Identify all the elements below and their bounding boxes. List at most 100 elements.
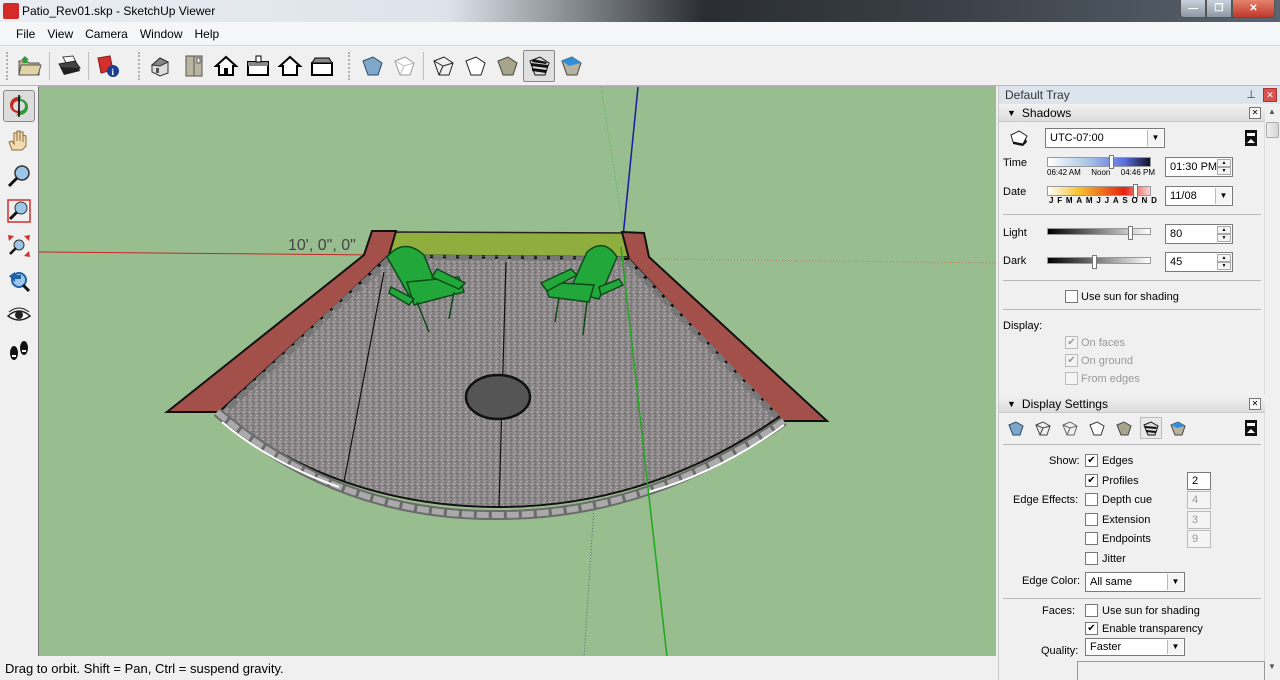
on-ground-checkbox[interactable]: ✔ [1065,354,1078,367]
use-sun-checkbox[interactable] [1065,290,1078,303]
spin-up-icon[interactable]: ▲ [1217,159,1231,167]
divider [1003,280,1261,281]
previous-view-button[interactable] [3,265,35,297]
zoom-button[interactable] [3,160,35,192]
dark-spinner[interactable]: 45 ▲ ▼ [1165,252,1233,272]
edge-option-checkbox[interactable] [1085,552,1098,565]
timezone-dropdown[interactable]: UTC-07:00 ▼ [1045,128,1165,148]
tray-close-button[interactable]: ✕ [1263,88,1277,102]
dark-slider-thumb[interactable] [1092,255,1097,269]
edge-option-checkbox[interactable]: ✔ [1085,454,1098,467]
open-button[interactable] [14,50,46,82]
tray-scrollbar[interactable]: ▲ ▼ [1264,104,1280,674]
from-edges-checkbox[interactable] [1065,372,1078,385]
menu-window[interactable]: Window [134,27,189,41]
time-label: Time [1003,157,1028,169]
edge-option-label: Edges [1102,455,1134,467]
date-slider[interactable] [1047,184,1151,198]
light-spinner[interactable]: 80 ▲ ▼ [1165,224,1233,244]
wireframe-button[interactable] [427,50,459,82]
shaded-textures-icon [529,56,550,76]
divider [1003,214,1261,215]
menu-help[interactable]: Help [189,27,226,41]
iso-view-button[interactable] [146,50,178,82]
edge-option-checkbox[interactable]: ✔ [1085,474,1098,487]
menu-file[interactable]: File [10,27,41,41]
monochrome-button[interactable] [555,50,587,82]
time-spinner[interactable]: 01:30 PM ▲ ▼ [1165,157,1233,177]
display-settings-close-button[interactable]: ✕ [1249,398,1261,410]
shaded-textures-button[interactable] [523,50,555,82]
style-shaded-button[interactable] [1113,417,1135,439]
light-slider[interactable] [1047,226,1151,240]
pan-button[interactable] [3,125,35,157]
menu-camera[interactable]: Camera [79,27,134,41]
zoom-window-button[interactable] [3,195,35,227]
front-view-button[interactable] [210,50,242,82]
look-around-button[interactable] [3,300,35,332]
xray-button[interactable] [356,50,388,82]
edge-option-value[interactable]: 9 [1187,530,1211,548]
light-slider-thumb[interactable] [1128,226,1133,240]
shadow-toggle-icon[interactable] [1009,129,1029,147]
time-slider-thumb[interactable] [1109,155,1114,169]
style-shaded-textures-button[interactable] [1140,417,1162,439]
top-view-button[interactable] [178,50,210,82]
time-slider[interactable] [1047,155,1151,169]
menu-view[interactable]: View [41,27,79,41]
style-xray-button[interactable] [1005,417,1027,439]
edge-option-checkbox[interactable] [1085,513,1098,526]
edge-color-dropdown[interactable]: All same ▼ [1085,572,1185,592]
spin-down-icon[interactable]: ▼ [1217,262,1231,270]
spin-up-icon[interactable]: ▲ [1217,226,1231,234]
left-view-button[interactable] [306,50,338,82]
style-back-edges-button[interactable] [1032,417,1054,439]
edge-option-value[interactable]: 4 [1187,491,1211,509]
walk-button[interactable] [3,335,35,367]
back-edges-button[interactable] [388,50,420,82]
back-view-button[interactable] [274,50,306,82]
date-label: Date [1003,186,1027,198]
edge-option-value[interactable]: 3 [1187,511,1211,529]
model-info-button[interactable]: i [92,50,124,82]
scroll-down-arrow[interactable]: ▼ [1268,662,1276,671]
style-monochrome-button[interactable] [1167,417,1189,439]
style-wireframe-button[interactable] [1059,417,1081,439]
restore-button[interactable]: ❐ [1206,0,1232,18]
dark-slider[interactable] [1047,255,1151,269]
scroll-thumb[interactable] [1266,122,1279,138]
toolbar-grip[interactable] [6,52,10,80]
style-hidden-line-button[interactable] [1086,417,1108,439]
model-viewport[interactable]: 10', 0", 0" [38,86,996,656]
faces-use-sun-checkbox[interactable] [1085,604,1098,617]
menu-bar: File View Camera Window Help [0,22,1280,46]
hidden-line-button[interactable] [459,50,491,82]
print-button[interactable] [53,50,85,82]
shadows-panel-header[interactable]: ▼ Shadows ✕ [999,104,1265,122]
spin-up-icon[interactable]: ▲ [1217,254,1231,262]
spin-down-icon[interactable]: ▼ [1217,234,1231,242]
toolbar-grip[interactable] [138,52,142,80]
zoom-extents-button[interactable] [3,230,35,262]
spin-down-icon[interactable]: ▼ [1217,167,1231,175]
enable-transparency-checkbox[interactable]: ✔ [1085,622,1098,635]
date-dropdown[interactable]: 11/08 ▼ [1165,186,1233,206]
close-button[interactable]: ✕ [1232,0,1275,18]
right-view-button[interactable] [242,50,274,82]
shaded-icon [1116,421,1132,436]
minimize-button[interactable]: — [1180,0,1206,18]
shadows-close-button[interactable]: ✕ [1249,107,1261,119]
shaded-button[interactable] [491,50,523,82]
edge-option-value[interactable]: 2 [1187,472,1211,490]
panel-expand-icon[interactable] [1245,130,1257,146]
edge-option-checkbox[interactable] [1085,532,1098,545]
display-settings-panel-header[interactable]: ▼ Display Settings ✕ [999,395,1265,413]
scroll-up-arrow[interactable]: ▲ [1268,107,1276,116]
quality-dropdown[interactable]: Faster ▼ [1085,638,1185,656]
edge-option-checkbox[interactable] [1085,493,1098,506]
toolbar-grip[interactable] [348,52,352,80]
pin-icon[interactable]: ⊥ [1246,88,1256,101]
panel-expand-icon[interactable] [1245,420,1257,436]
on-faces-checkbox[interactable]: ✔ [1065,336,1078,349]
orbit-button[interactable] [3,90,35,122]
